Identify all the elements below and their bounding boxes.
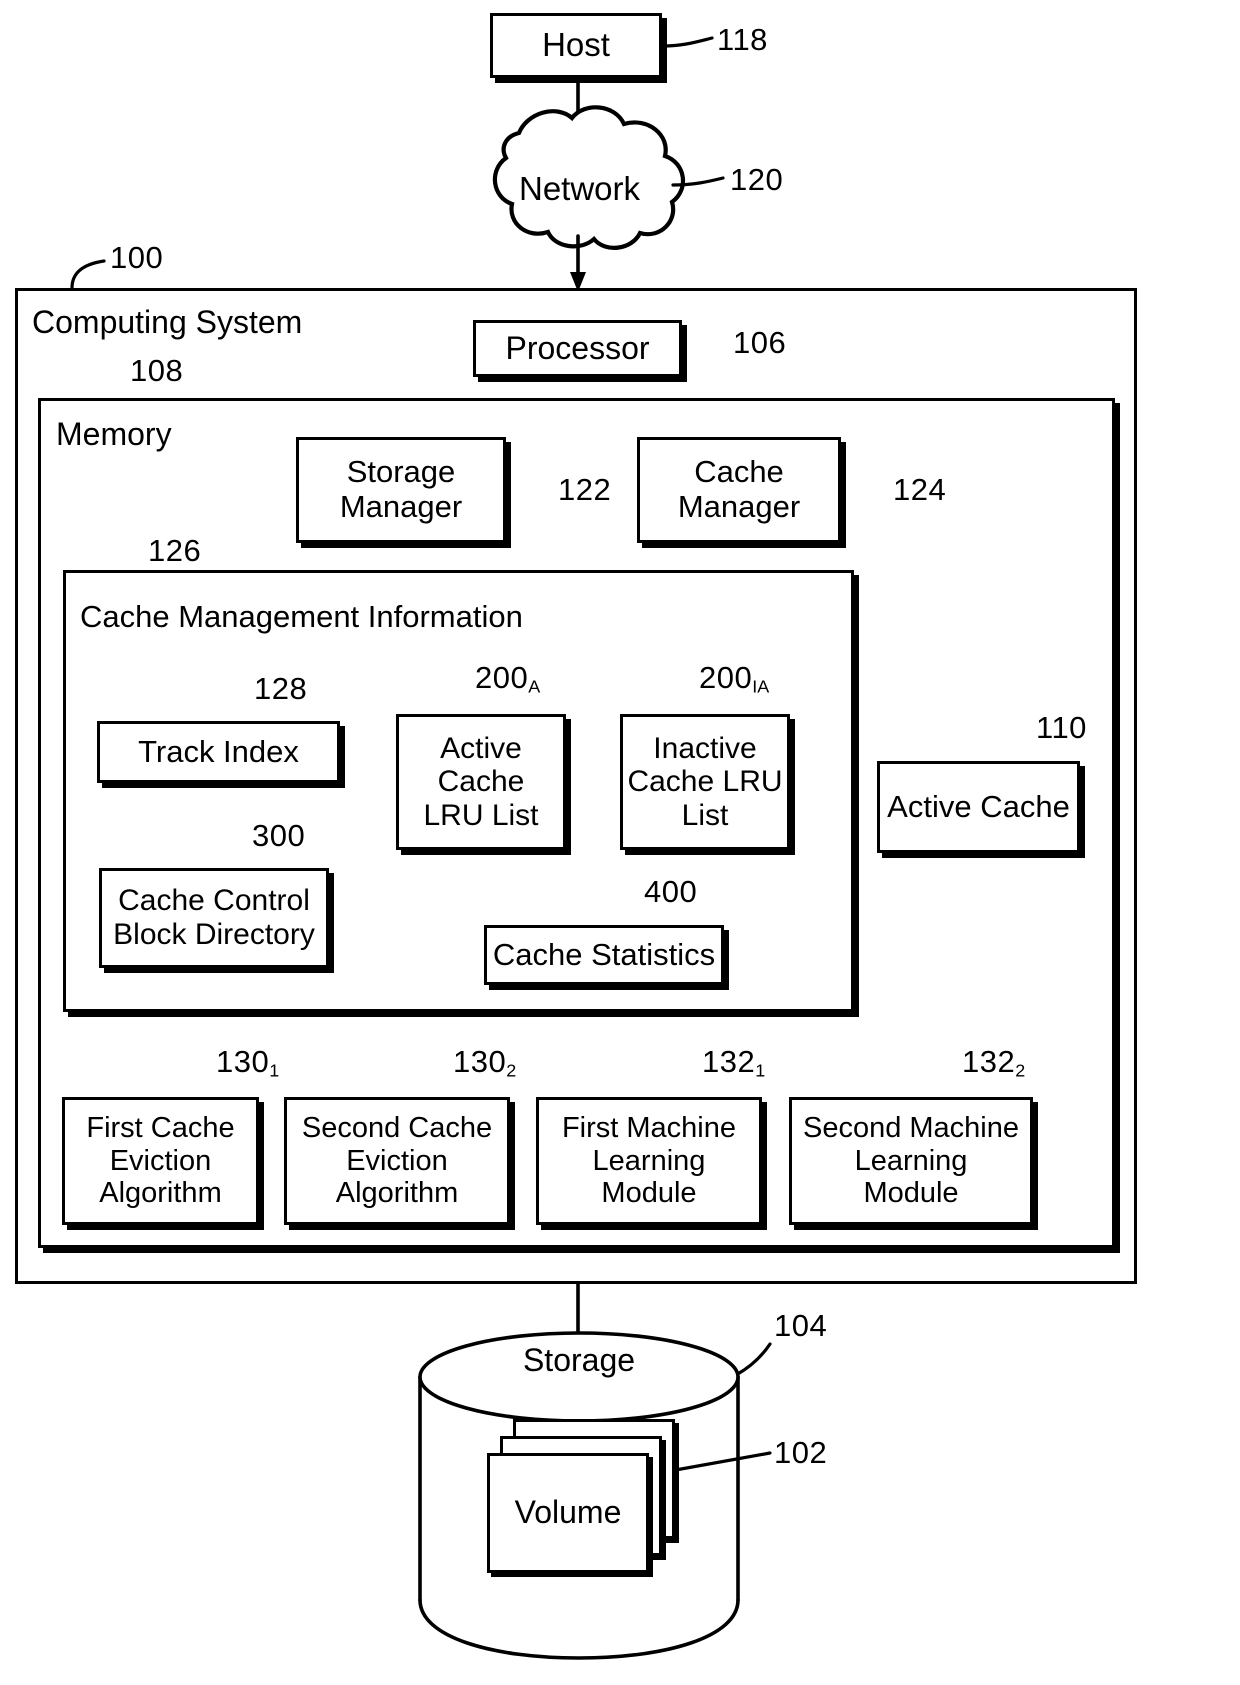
ref-108: 108	[130, 353, 184, 388]
active-cache-lru-list-label-line2: Cache	[437, 765, 525, 799]
first-cache-eviction-algorithm-label-line1: First Cache	[86, 1112, 235, 1145]
ref-132-1: 1321	[702, 1044, 766, 1081]
second-cache-eviction-algorithm-box[interactable]: Second Cache Eviction Algorithm	[284, 1097, 510, 1225]
ref-130-2: 1302	[453, 1044, 517, 1081]
cache-control-block-directory-label-line1: Cache Control	[118, 884, 310, 918]
ref-104: 104	[774, 1308, 828, 1343]
cache-control-block-directory-label-line2: Block Directory	[113, 918, 315, 951]
cache-manager-label-line1: Cache	[694, 454, 784, 490]
ref-120: 120	[730, 162, 784, 197]
active-cache-lru-list-label-line3: LRU List	[423, 798, 539, 832]
second-cache-eviction-algorithm-label-line2: Eviction	[346, 1144, 448, 1177]
cache-manager-label-line2: Manager	[677, 489, 801, 524]
ref-122: 122	[558, 472, 612, 507]
first-machine-learning-module-label-line2: Learning	[592, 1144, 706, 1177]
processor-box[interactable]: Processor	[473, 320, 682, 377]
second-machine-learning-module-label-line1: Second Machine	[802, 1112, 1020, 1145]
active-cache-lru-list-label-line1: Active	[440, 731, 522, 765]
patent-figure: Host 118 Network 120 Computing System 10…	[0, 0, 1240, 1685]
second-machine-learning-module-box[interactable]: Second Machine Learning Module	[789, 1097, 1033, 1225]
second-machine-learning-module-label-line2: Learning	[854, 1144, 968, 1177]
ref-128: 128	[254, 671, 308, 706]
host-label: Host	[542, 26, 610, 64]
storage-manager-label-line1: Storage	[346, 454, 456, 490]
active-cache-box[interactable]: Active Cache	[877, 761, 1080, 853]
cache-statistics-box[interactable]: Cache Statistics	[484, 925, 724, 985]
second-cache-eviction-algorithm-label-line1: Second Cache	[301, 1112, 493, 1145]
ref-126: 126	[148, 533, 202, 568]
first-cache-eviction-algorithm-label-line2: Eviction	[109, 1144, 212, 1177]
inactive-cache-lru-list-box[interactable]: Inactive Cache LRU List	[620, 714, 790, 850]
volume-label: Volume	[514, 1494, 622, 1531]
ref-132-2: 1322	[962, 1044, 1026, 1081]
memory-label: Memory	[56, 416, 172, 452]
computing-system-label: Computing System	[32, 304, 303, 340]
ref-100: 100	[110, 240, 164, 275]
second-machine-learning-module-label-line3: Module	[863, 1177, 959, 1210]
ref-200-a: 200A	[475, 660, 541, 697]
ref-118: 118	[717, 22, 768, 57]
storage-label: Storage	[522, 1342, 636, 1378]
volume-box[interactable]: Volume	[487, 1453, 649, 1573]
active-cache-lru-list-box[interactable]: Active Cache LRU List	[396, 714, 566, 850]
ref-124: 124	[893, 472, 947, 507]
host-box[interactable]: Host	[490, 13, 662, 78]
cache-statistics-label: Cache Statistics	[492, 936, 716, 972]
first-machine-learning-module-box[interactable]: First Machine Learning Module	[536, 1097, 762, 1225]
ref-400: 400	[644, 874, 698, 909]
first-cache-eviction-algorithm-box[interactable]: First Cache Eviction Algorithm	[62, 1097, 259, 1225]
first-machine-learning-module-label-line3: Module	[601, 1177, 697, 1210]
ref-300: 300	[252, 818, 306, 853]
inactive-cache-lru-list-label-line1: Inactive	[653, 731, 757, 765]
cache-manager-box[interactable]: Cache Manager	[637, 437, 841, 543]
first-cache-eviction-algorithm-label-line3: Algorithm	[99, 1177, 222, 1210]
track-index-box[interactable]: Track Index	[97, 721, 340, 783]
network-label: Network	[519, 170, 641, 207]
ref-200-ia: 200IA	[699, 660, 770, 697]
cache-control-block-directory-box[interactable]: Cache Control Block Directory	[99, 868, 329, 968]
active-cache-label: Active Cache	[887, 788, 1070, 824]
second-cache-eviction-algorithm-label-line3: Algorithm	[335, 1177, 459, 1210]
ref-102: 102	[774, 1435, 828, 1470]
storage-manager-label-line2: Manager	[339, 489, 463, 524]
cache-management-information-label: Cache Management Information	[80, 599, 523, 634]
processor-label: Processor	[505, 329, 650, 366]
track-index-label: Track Index	[138, 733, 299, 769]
storage-manager-box[interactable]: Storage Manager	[296, 437, 506, 543]
ref-130-1: 1301	[216, 1044, 280, 1081]
inactive-cache-lru-list-label-line3: List	[681, 798, 729, 832]
inactive-cache-lru-list-label-line2: Cache LRU	[627, 765, 783, 799]
first-machine-learning-module-label-line1: First Machine	[561, 1112, 737, 1145]
ref-110: 110	[1036, 710, 1087, 745]
ref-106: 106	[733, 325, 787, 360]
